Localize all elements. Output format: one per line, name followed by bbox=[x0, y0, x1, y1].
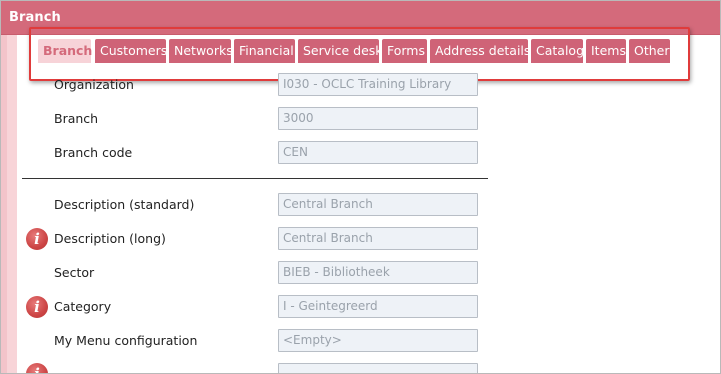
branch-code-field[interactable]: CEN bbox=[278, 141, 478, 164]
tab-customers[interactable]: Customers bbox=[95, 39, 168, 63]
description-long-field[interactable]: Central Branch bbox=[278, 227, 478, 250]
branch-code-label: Branch code bbox=[54, 145, 133, 160]
tab-networks[interactable]: Networks bbox=[169, 39, 233, 63]
tab-customers-label: Customers bbox=[100, 43, 168, 58]
tab-other-label: Other bbox=[634, 43, 670, 58]
category-field[interactable]: I - Geintegreerd bbox=[278, 295, 478, 318]
my-menu-configuration-label: My Menu configuration bbox=[54, 333, 198, 348]
my-menu-configuration-field[interactable]: <Empty> bbox=[278, 329, 478, 352]
branch-label: Branch bbox=[54, 111, 99, 126]
tab-catalog-label: Catalog bbox=[536, 43, 585, 58]
section-divider bbox=[22, 178, 488, 179]
tab-service-desk[interactable]: Service desk bbox=[298, 39, 383, 63]
organization-field[interactable]: I030 - OCLC Training Library bbox=[278, 73, 478, 96]
left-margin-inner bbox=[1, 35, 7, 373]
category-label: Category bbox=[54, 299, 112, 314]
tab-service-desk-label: Service desk bbox=[303, 43, 383, 58]
sector-label: Sector bbox=[54, 265, 95, 280]
sector-field[interactable]: BIEB - Bibliotheek bbox=[278, 261, 478, 284]
description-standard-label: Description (standard) bbox=[54, 197, 195, 212]
tab-items-label: Items bbox=[591, 43, 626, 58]
tab-branch-label: Branch bbox=[43, 43, 93, 58]
info-icon[interactable]: i bbox=[26, 296, 48, 318]
tab-address-details-label: Address details bbox=[435, 43, 531, 58]
window-title: Branch bbox=[9, 10, 61, 25]
next-row-field[interactable] bbox=[278, 363, 478, 373]
tab-address-details[interactable]: Address details bbox=[430, 39, 531, 63]
organization-label: Organization bbox=[54, 77, 134, 92]
info-icon[interactable]: i bbox=[26, 228, 48, 250]
tab-financial[interactable]: Financial bbox=[234, 39, 295, 63]
tab-branch[interactable]: Branch bbox=[38, 39, 93, 63]
tab-financial-label: Financial bbox=[239, 43, 294, 58]
tab-forms-label: Forms bbox=[387, 43, 426, 58]
description-standard-field[interactable]: Central Branch bbox=[278, 193, 478, 216]
tab-items[interactable]: Items bbox=[586, 39, 626, 63]
tab-networks-label: Networks bbox=[174, 43, 233, 58]
branch-field[interactable]: 3000 bbox=[278, 107, 478, 130]
tab-catalog[interactable]: Catalog bbox=[531, 39, 585, 63]
description-long-label: Description (long) bbox=[54, 231, 166, 246]
branch-window: Branch Branch Customers Networks Financi… bbox=[0, 0, 721, 374]
title-bar: Branch bbox=[1, 1, 720, 35]
tab-forms[interactable]: Forms bbox=[382, 39, 427, 63]
tab-other[interactable]: Other bbox=[629, 39, 670, 63]
